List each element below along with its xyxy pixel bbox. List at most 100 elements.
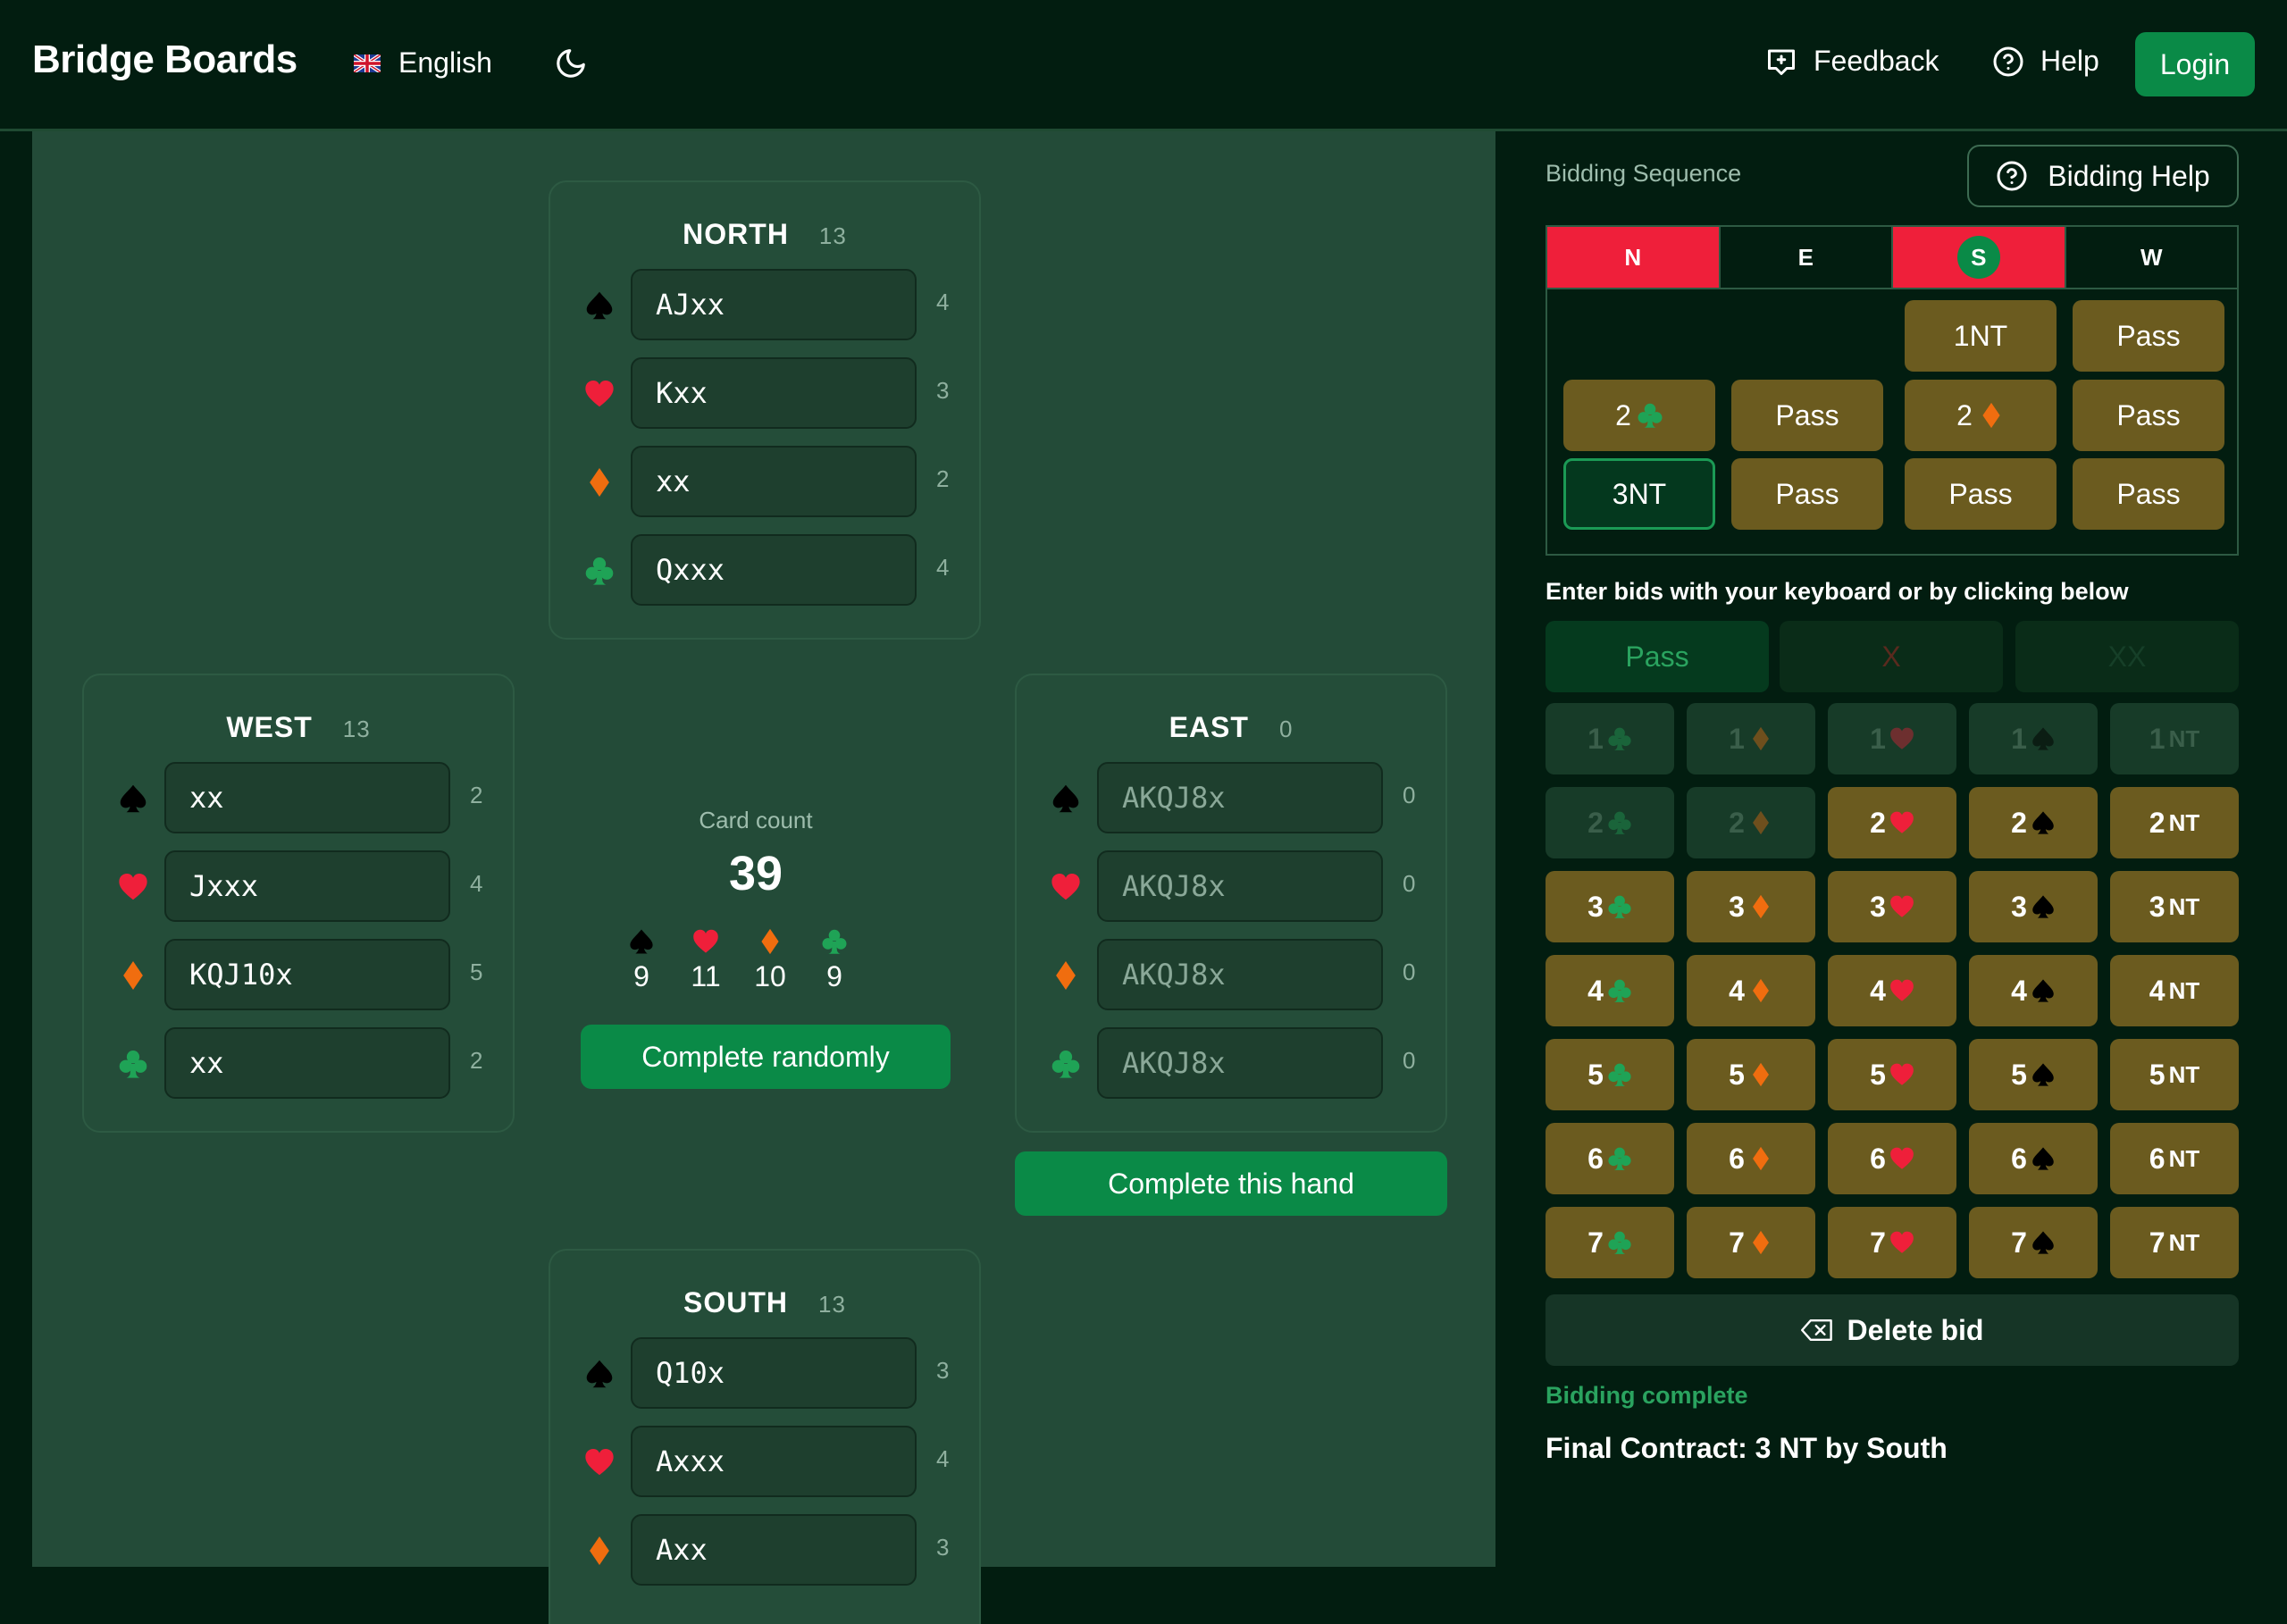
spade-icon bbox=[1051, 783, 1081, 814]
bid-4-hearts[interactable]: 4 bbox=[1828, 955, 1956, 1026]
bid-7-spades[interactable]: 7 bbox=[1969, 1207, 2098, 1278]
north-hearts-length: 3 bbox=[936, 377, 950, 404]
bid-2-hearts[interactable]: 2 bbox=[1828, 787, 1956, 858]
south-spades-input[interactable]: Q10x bbox=[631, 1337, 917, 1409]
auction-bid: Pass bbox=[1905, 458, 2057, 530]
complete-randomly-button[interactable]: Complete randomly bbox=[581, 1025, 951, 1089]
bid-1-clubs[interactable]: 1 bbox=[1546, 703, 1674, 774]
feedback-icon bbox=[1768, 49, 1795, 75]
bid-7-clubs[interactable]: 7 bbox=[1546, 1207, 1674, 1278]
south-card-count: 13 bbox=[818, 1291, 846, 1318]
bid-5-diamonds[interactable]: 5 bbox=[1687, 1039, 1815, 1110]
north-spades-length: 4 bbox=[936, 289, 950, 315]
heart-icon bbox=[1889, 1230, 1914, 1255]
east-clubs-length: 0 bbox=[1403, 1047, 1416, 1074]
auction-bid: Pass bbox=[2073, 380, 2224, 451]
bid-4-diamonds[interactable]: 4 bbox=[1687, 955, 1815, 1026]
west-diamonds-input[interactable]: KQJ10x bbox=[164, 939, 450, 1010]
help-button[interactable]: Help bbox=[1992, 45, 2099, 78]
heart-icon bbox=[1889, 810, 1914, 835]
bid-2-notrump[interactable]: 2 NT bbox=[2110, 787, 2239, 858]
heart-icon bbox=[118, 872, 148, 902]
complete-hand-button[interactable]: Complete this hand bbox=[1015, 1151, 1447, 1216]
login-button[interactable]: Login bbox=[2135, 32, 2255, 96]
south-hearts-row: Axxx 4 bbox=[550, 1426, 979, 1497]
bidding-sequence-title: Bidding Sequence bbox=[1546, 160, 1742, 187]
diamond-icon bbox=[1748, 1062, 1773, 1087]
language-selector[interactable]: English bbox=[354, 46, 492, 80]
card-count-label: Card count bbox=[699, 807, 813, 833]
bid-2-diamonds[interactable]: 2 bbox=[1687, 787, 1815, 858]
west-hearts-row: Jxxx 4 bbox=[84, 850, 513, 922]
auction-table: 1NT Pass 2 Pass 2 Pass 3NT Pass Pass Pas… bbox=[1546, 289, 2239, 556]
bid-6-spades[interactable]: 6 bbox=[1969, 1123, 2098, 1194]
west-clubs-input[interactable]: xx bbox=[164, 1027, 450, 1099]
north-diamonds-input[interactable]: xx bbox=[631, 446, 917, 517]
auction-bid: Pass bbox=[2073, 458, 2224, 530]
bid-2-spades[interactable]: 2 bbox=[1969, 787, 2098, 858]
north-hearts-input[interactable]: Kxx bbox=[631, 357, 917, 429]
double-button[interactable]: X bbox=[1780, 621, 2003, 692]
east-clubs-input[interactable]: AKQJ8x bbox=[1097, 1027, 1383, 1099]
bid-4-clubs[interactable]: 4 bbox=[1546, 955, 1674, 1026]
auction-bid: Pass bbox=[1731, 458, 1883, 530]
pass-button[interactable]: Pass bbox=[1546, 621, 1769, 692]
east-clubs-row: AKQJ8x 0 bbox=[1017, 1027, 1445, 1099]
diamond-icon bbox=[1748, 1146, 1773, 1171]
bidding-help-button[interactable]: Bidding Help bbox=[1967, 145, 2239, 207]
bid-1-hearts[interactable]: 1 bbox=[1828, 703, 1956, 774]
east-hand-title: EAST 0 bbox=[1169, 711, 1294, 743]
seat-west: W bbox=[2140, 243, 2163, 271]
feedback-button[interactable]: Feedback bbox=[1765, 45, 1939, 78]
bid-1-notrump[interactable]: 1 NT bbox=[2110, 703, 2239, 774]
bid-4-spades[interactable]: 4 bbox=[1969, 955, 2098, 1026]
bid-1-spades[interactable]: 1 bbox=[1969, 703, 2098, 774]
brand-logo-text[interactable]: Bridge Boards bbox=[32, 38, 297, 82]
south-hearts-input[interactable]: Axxx bbox=[631, 1426, 917, 1497]
bid-3-spades[interactable]: 3 bbox=[1969, 871, 2098, 942]
club-count: 9 bbox=[808, 928, 861, 993]
south-diamonds-input[interactable]: Axx bbox=[631, 1514, 917, 1586]
auction-bid: 2 bbox=[1905, 380, 2057, 451]
bid-6-notrump[interactable]: 6 NT bbox=[2110, 1123, 2239, 1194]
east-diamonds-input[interactable]: AKQJ8x bbox=[1097, 939, 1383, 1010]
west-hearts-input[interactable]: Jxxx bbox=[164, 850, 450, 922]
bid-5-spades[interactable]: 5 bbox=[1969, 1039, 2098, 1110]
redouble-button[interactable]: XX bbox=[2015, 621, 2239, 692]
final-contract: Final Contract: 3 NT by South bbox=[1546, 1432, 1948, 1464]
bid-5-hearts[interactable]: 5 bbox=[1828, 1039, 1956, 1110]
west-hand-title: WEST 13 bbox=[226, 711, 371, 743]
bid-6-hearts[interactable]: 6 bbox=[1828, 1123, 1956, 1194]
east-hearts-input[interactable]: AKQJ8x bbox=[1097, 850, 1383, 922]
club-icon bbox=[1607, 726, 1632, 751]
bid-5-clubs[interactable]: 5 bbox=[1546, 1039, 1674, 1110]
north-spades-input[interactable]: AJxx bbox=[631, 269, 917, 340]
bid-2-clubs[interactable]: 2 bbox=[1546, 787, 1674, 858]
bid-4-notrump[interactable]: 4 NT bbox=[2110, 955, 2239, 1026]
bid-3-hearts[interactable]: 3 bbox=[1828, 871, 1956, 942]
spade-icon bbox=[628, 928, 655, 955]
bid-7-notrump[interactable]: 7 NT bbox=[2110, 1207, 2239, 1278]
bid-3-notrump[interactable]: 3 NT bbox=[2110, 871, 2239, 942]
spade-count: 9 bbox=[615, 928, 668, 993]
delete-bid-button[interactable]: Delete bid bbox=[1546, 1294, 2239, 1366]
bid-7-diamonds[interactable]: 7 bbox=[1687, 1207, 1815, 1278]
west-spades-input[interactable]: xx bbox=[164, 762, 450, 833]
moon-icon[interactable] bbox=[554, 46, 588, 80]
diamond-icon bbox=[1748, 894, 1773, 919]
bid-6-clubs[interactable]: 6 bbox=[1546, 1123, 1674, 1194]
bid-7-hearts[interactable]: 7 bbox=[1828, 1207, 1956, 1278]
bid-1-diamonds[interactable]: 1 bbox=[1687, 703, 1815, 774]
language-label: English bbox=[398, 46, 492, 79]
bid-3-diamonds[interactable]: 3 bbox=[1687, 871, 1815, 942]
bid-6-diamonds[interactable]: 6 bbox=[1687, 1123, 1815, 1194]
diamond-icon bbox=[1748, 1230, 1773, 1255]
west-clubs-row: xx 2 bbox=[84, 1027, 513, 1099]
spade-icon bbox=[584, 290, 615, 321]
north-clubs-input[interactable]: Qxxx bbox=[631, 534, 917, 606]
bid-5-notrump[interactable]: 5 NT bbox=[2110, 1039, 2239, 1110]
east-spades-input[interactable]: AKQJ8x bbox=[1097, 762, 1383, 833]
uk-flag-icon bbox=[354, 54, 381, 72]
club-icon bbox=[1637, 402, 1663, 429]
bid-3-clubs[interactable]: 3 bbox=[1546, 871, 1674, 942]
